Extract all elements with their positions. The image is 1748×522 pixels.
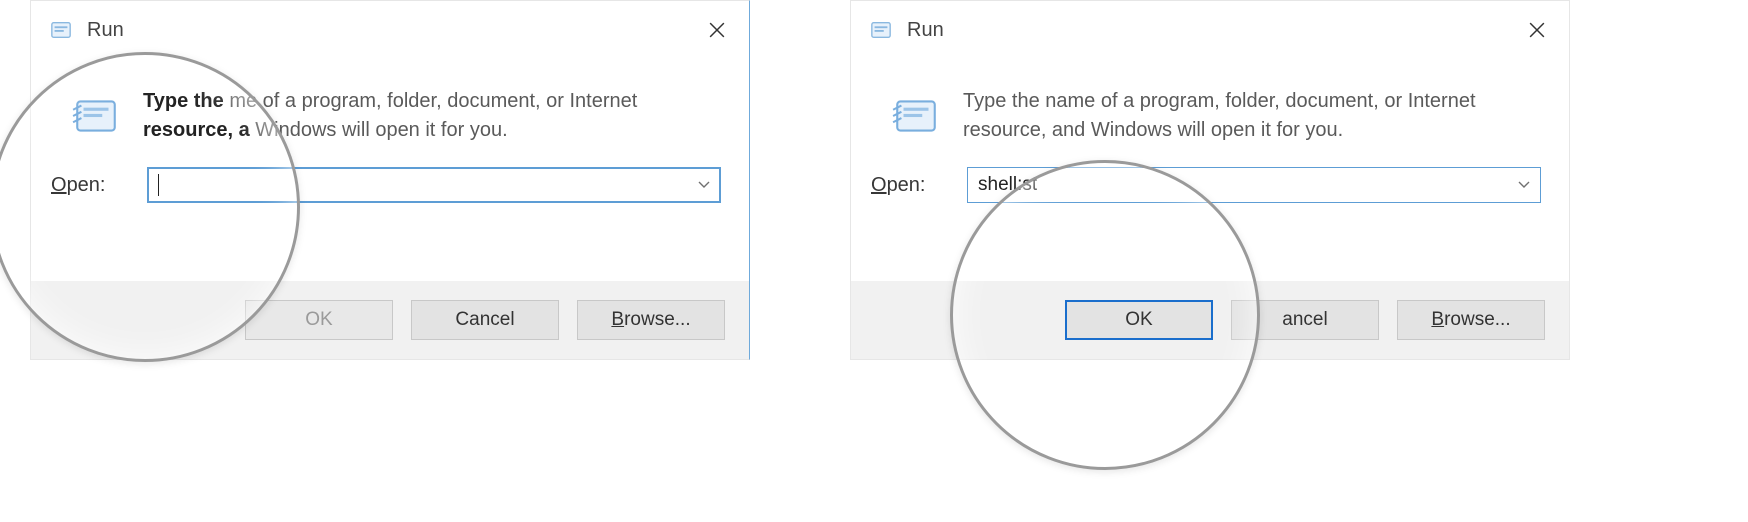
ok-label: OK [1125, 309, 1152, 331]
browse-button[interactable]: Browse... [577, 300, 725, 340]
run-big-icon [891, 91, 941, 141]
desc-rest-2: Windows will open it for you. [255, 119, 507, 141]
browse-rest: rowse... [624, 309, 691, 331]
window-title: Run [87, 19, 693, 42]
window-title: Run [907, 19, 1513, 42]
run-big-icon [71, 91, 121, 141]
chevron-down-icon[interactable] [698, 181, 710, 189]
browse-underline: B [611, 309, 624, 331]
content-area: Type the me of a program, folder, docume… [31, 59, 749, 145]
close-icon[interactable] [1513, 10, 1561, 50]
cancel-rest: ancel [1282, 309, 1327, 331]
open-field-row: Open: [31, 145, 749, 203]
cancel-button[interactable]: Cancel [411, 300, 559, 340]
cancel-button[interactable]: ancel [1231, 300, 1379, 340]
titlebar: Run [31, 1, 749, 59]
ok-button[interactable]: OK [1065, 300, 1213, 340]
ok-label: OK [305, 309, 332, 331]
open-label: Open: [51, 174, 129, 197]
content-area: Type the name of a program, folder, docu… [851, 59, 1569, 145]
description-text: Type the me of a program, folder, docume… [143, 87, 637, 145]
desc-rest-1: me of a program, folder, document, or In… [229, 90, 637, 112]
open-label-rest: pen: [67, 174, 106, 196]
description-text: Type the name of a program, folder, docu… [963, 87, 1541, 145]
input-text: shell:st [978, 174, 1037, 196]
browse-rest: rowse... [1444, 309, 1511, 331]
open-input[interactable] [147, 167, 721, 203]
desc-bold-2: resource, a [143, 119, 250, 141]
open-label-underline: O [871, 174, 887, 196]
browse-button[interactable]: Browse... [1397, 300, 1545, 340]
run-app-icon [869, 18, 893, 42]
cancel-label: Cancel [455, 309, 514, 331]
open-label: Open: [871, 174, 949, 197]
run-app-icon [49, 18, 73, 42]
open-input[interactable]: shell:st [967, 167, 1541, 203]
close-icon[interactable] [693, 10, 741, 50]
open-label-underline: O [51, 174, 67, 196]
chevron-down-icon[interactable] [1518, 181, 1530, 189]
run-dialog-right: Run Type the name of a program, folder, … [850, 0, 1570, 360]
text-caret [158, 174, 159, 196]
open-label-rest: pen: [887, 174, 926, 196]
desc-bold-1: Type the [143, 90, 224, 112]
button-row: OK ancel Browse... [851, 281, 1569, 359]
ok-button: OK [245, 300, 393, 340]
titlebar: Run [851, 1, 1569, 59]
open-field-row: Open: shell:st [851, 145, 1569, 203]
run-dialog-left: Run Type the me of a program, folder, do… [30, 0, 750, 360]
browse-underline: B [1431, 309, 1444, 331]
button-row: OK Cancel Browse... [31, 281, 749, 359]
